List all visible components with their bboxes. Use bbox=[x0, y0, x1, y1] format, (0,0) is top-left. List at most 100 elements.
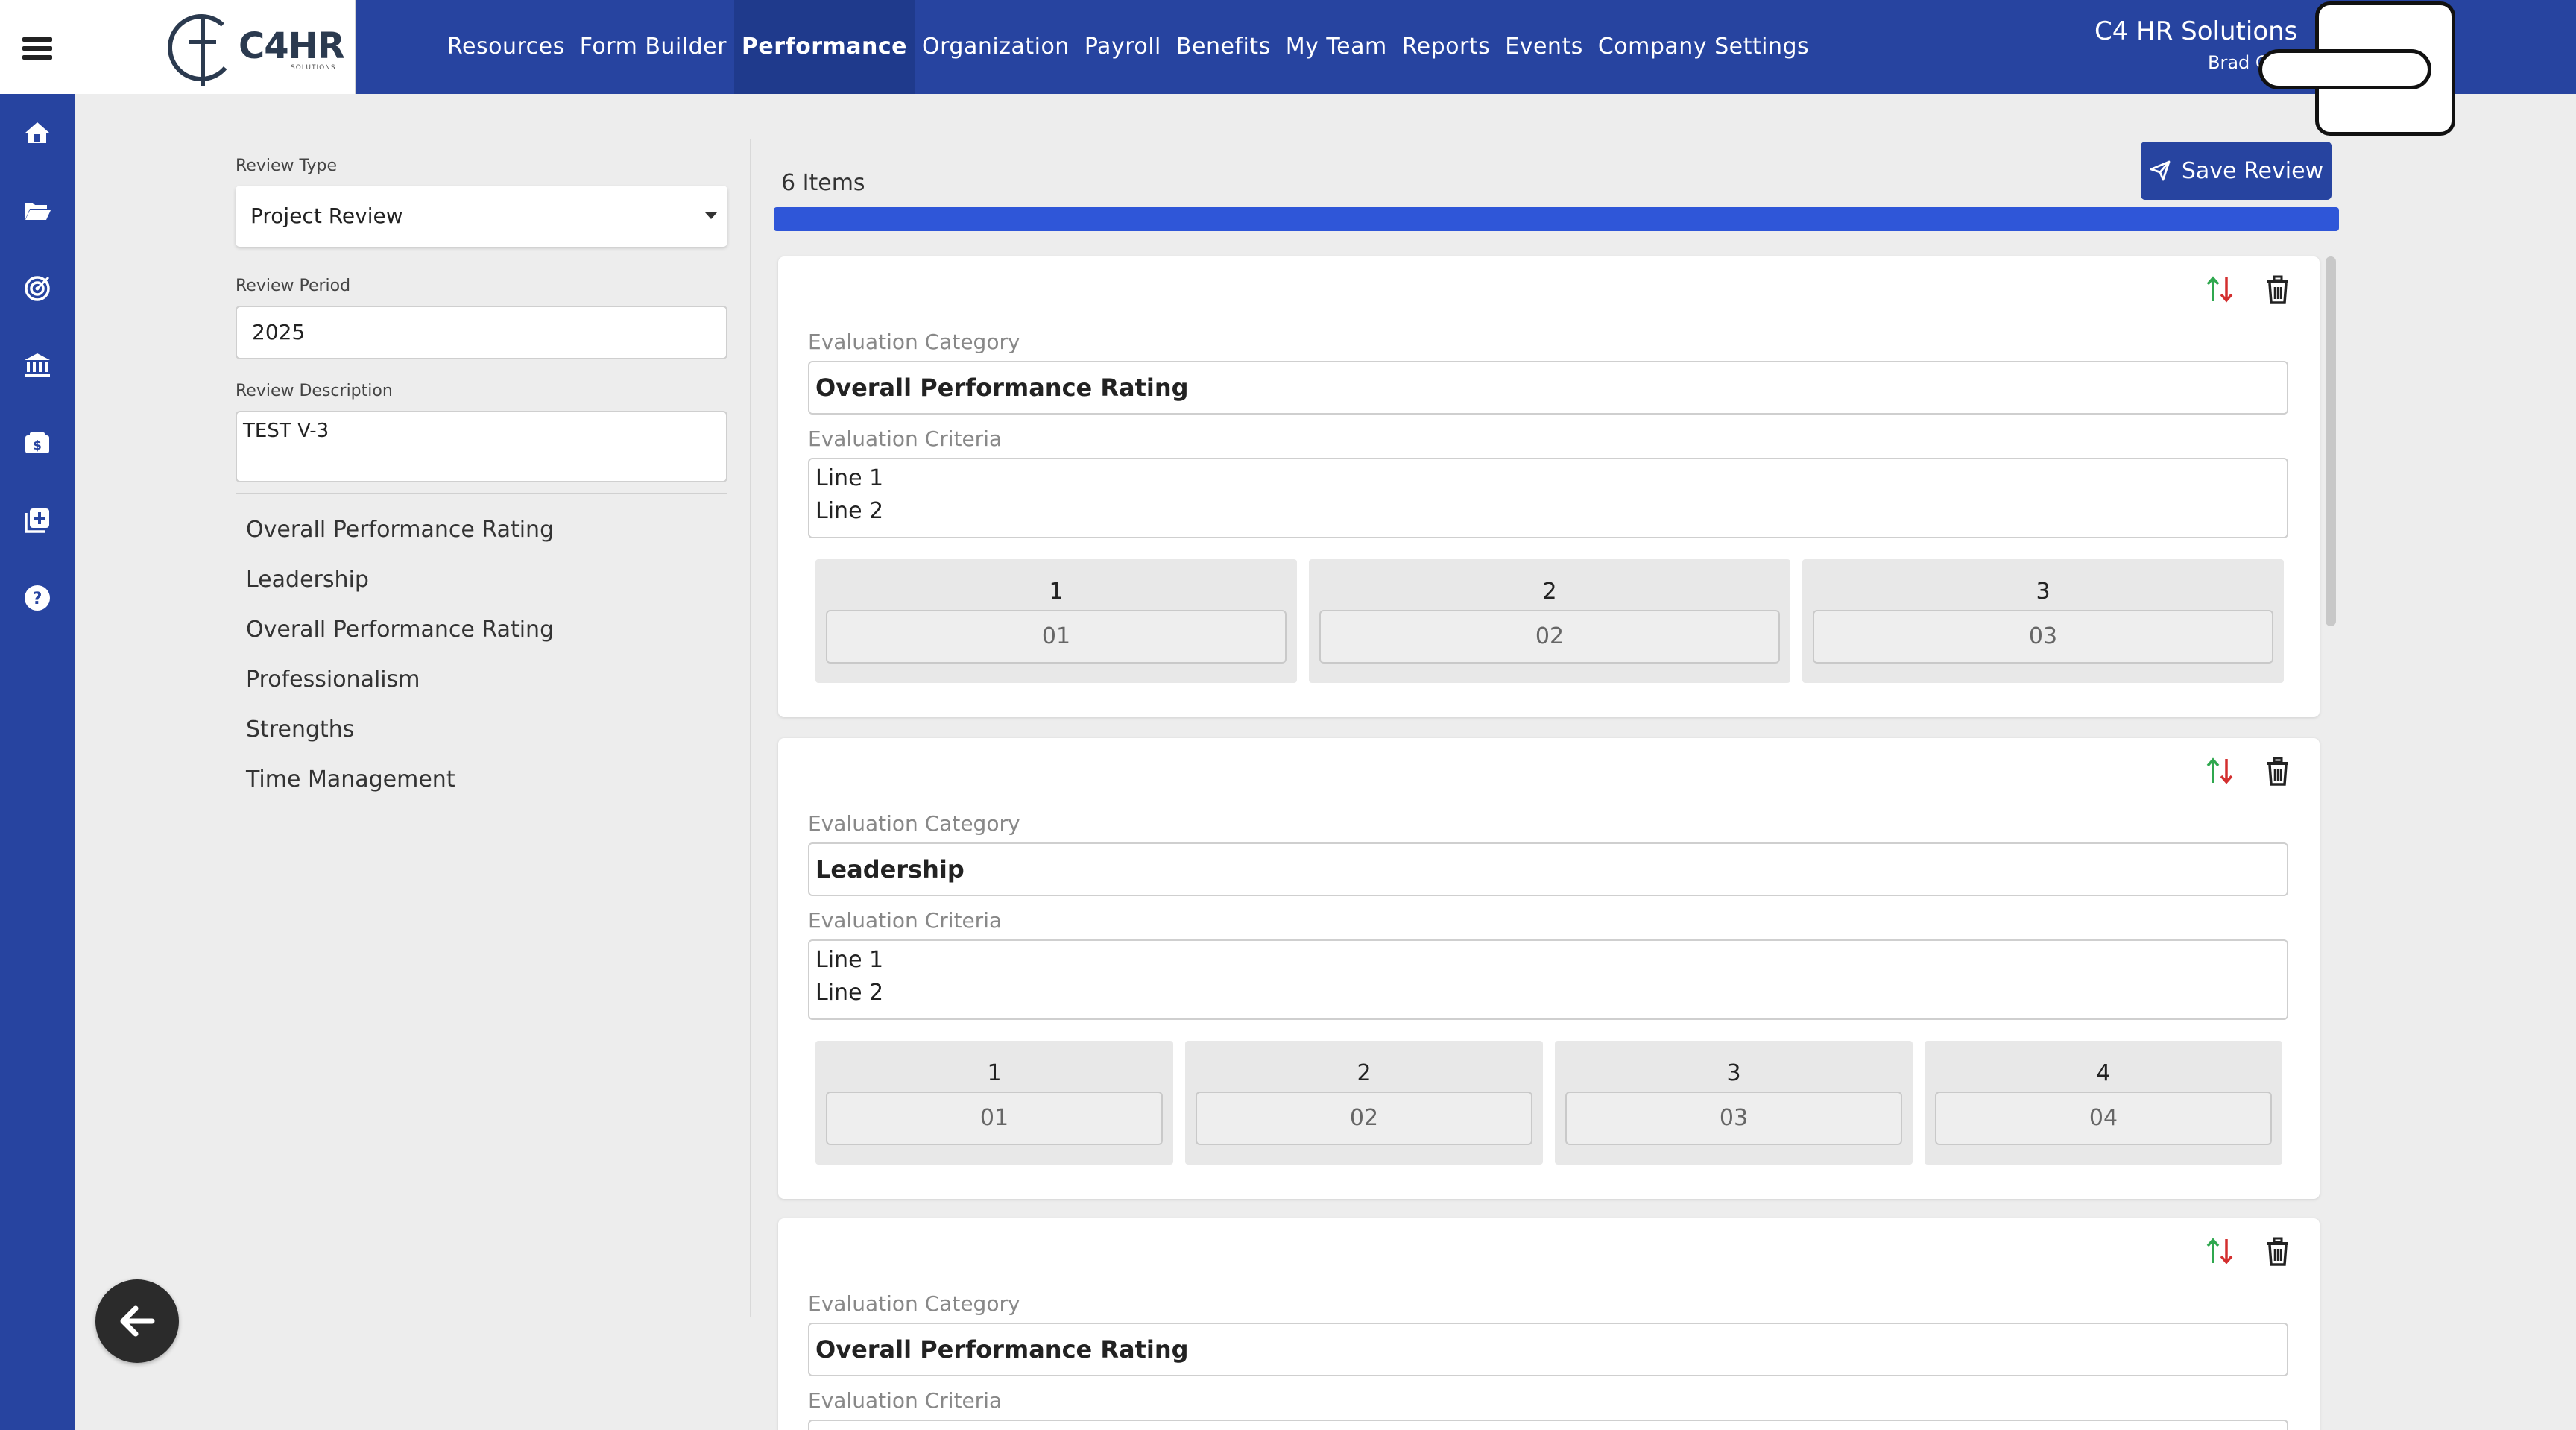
medical-plus-icon[interactable] bbox=[22, 505, 52, 535]
evaluation-criteria-input[interactable] bbox=[808, 1420, 2288, 1430]
rating-value-input[interactable]: 01 bbox=[826, 610, 1287, 664]
criteria-line: Line 2 bbox=[815, 980, 884, 1006]
rating-value-input[interactable]: 04 bbox=[1935, 1092, 2272, 1145]
category-list-item[interactable]: Leadership bbox=[236, 559, 730, 609]
folder-open-icon[interactable] bbox=[22, 195, 52, 225]
category-list-item[interactable]: Strengths bbox=[236, 709, 730, 759]
review-period-input[interactable]: 2025 bbox=[236, 306, 727, 359]
trash-icon[interactable] bbox=[2263, 755, 2293, 787]
panel-divider bbox=[750, 139, 751, 1317]
review-form-panel: Review Type Project Review Review Period… bbox=[236, 157, 730, 809]
rating-value-input[interactable]: 02 bbox=[1196, 1092, 1532, 1145]
rating-value-input[interactable]: 03 bbox=[1813, 610, 2273, 664]
progress-bar bbox=[774, 207, 2339, 231]
evaluation-criteria-label: Evaluation Criteria bbox=[808, 1388, 1003, 1413]
hamburger-menu-icon[interactable] bbox=[22, 37, 52, 60]
save-review-button[interactable]: Save Review bbox=[2141, 142, 2332, 200]
company-name: C4 HR Solutions bbox=[2094, 16, 2298, 46]
rating-option: 3 03 bbox=[1802, 559, 2284, 683]
category-list: Overall Performance Rating Leadership Ov… bbox=[236, 509, 730, 809]
review-type-select[interactable]: Project Review bbox=[236, 186, 727, 247]
rating-option: 3 03 bbox=[1555, 1041, 1913, 1165]
company-logo[interactable]: C4HR SOLUTIONS bbox=[164, 6, 345, 88]
nav-form-builder[interactable]: Form Builder bbox=[572, 0, 734, 94]
evaluation-category-input[interactable]: Overall Performance Rating bbox=[808, 1323, 2288, 1376]
review-description-input[interactable]: TEST V-3 bbox=[236, 411, 727, 482]
reorder-arrows-icon[interactable] bbox=[2205, 1235, 2235, 1267]
evaluation-criteria-input[interactable]: Line 1 Line 2 bbox=[808, 458, 2288, 538]
category-list-item[interactable]: Overall Performance Rating bbox=[236, 509, 730, 559]
nav-events[interactable]: Events bbox=[1497, 0, 1591, 94]
scrollbar-thumb[interactable] bbox=[2326, 256, 2336, 626]
logo-emblem-icon bbox=[168, 14, 235, 86]
evaluation-category-input[interactable]: Leadership bbox=[808, 842, 2288, 896]
card-actions bbox=[2205, 1235, 2293, 1267]
reorder-arrows-icon[interactable] bbox=[2205, 755, 2235, 787]
rating-value-input[interactable]: 01 bbox=[826, 1092, 1163, 1145]
evaluation-criteria-label: Evaluation Criteria bbox=[808, 426, 1003, 451]
back-button[interactable] bbox=[95, 1279, 179, 1363]
nav-reports[interactable]: Reports bbox=[1395, 0, 1498, 94]
rating-value-input[interactable]: 02 bbox=[1319, 610, 1780, 664]
rating-number: 3 bbox=[2036, 579, 2051, 605]
save-review-label: Save Review bbox=[2181, 157, 2324, 184]
rating-number: 3 bbox=[1726, 1060, 1741, 1086]
rating-number: 1 bbox=[1049, 579, 1064, 605]
rating-option: 1 01 bbox=[815, 1041, 1173, 1165]
items-count: 6 Items bbox=[781, 170, 865, 196]
rating-number: 2 bbox=[1357, 1060, 1371, 1086]
rating-option: 2 02 bbox=[1309, 559, 1790, 683]
nav-company-settings[interactable]: Company Settings bbox=[1591, 0, 1816, 94]
review-type-label: Review Type bbox=[236, 157, 338, 175]
rating-number: 4 bbox=[2096, 1060, 2111, 1086]
svg-text:?: ? bbox=[33, 590, 42, 608]
nav-payroll[interactable]: Payroll bbox=[1077, 0, 1169, 94]
trash-icon[interactable] bbox=[2263, 1235, 2293, 1267]
nav-resources[interactable]: Resources bbox=[440, 0, 572, 94]
logo-subtext: SOLUTIONS bbox=[291, 64, 336, 72]
user-menu-pill[interactable] bbox=[2258, 49, 2431, 89]
rating-value-input[interactable]: 03 bbox=[1565, 1092, 1902, 1145]
rating-scale: 1 01 2 02 3 03 4 04 bbox=[815, 1041, 2282, 1165]
card-actions bbox=[2205, 273, 2293, 306]
nav-organization[interactable]: Organization bbox=[915, 0, 1077, 94]
target-icon[interactable] bbox=[22, 273, 52, 303]
rating-number: 1 bbox=[987, 1060, 1002, 1086]
reorder-arrows-icon[interactable] bbox=[2205, 273, 2235, 306]
evaluation-card: Evaluation Category Leadership Evaluatio… bbox=[778, 738, 2320, 1199]
home-icon[interactable] bbox=[22, 118, 52, 148]
card-actions bbox=[2205, 755, 2293, 787]
caret-down-icon bbox=[705, 212, 717, 219]
logo-area: C4HR SOLUTIONS bbox=[0, 0, 356, 94]
trash-icon[interactable] bbox=[2263, 273, 2293, 306]
nav-benefits[interactable]: Benefits bbox=[1169, 0, 1278, 94]
rating-number: 2 bbox=[1542, 579, 1557, 605]
review-description-label: Review Description bbox=[236, 382, 393, 400]
money-icon[interactable]: $ bbox=[22, 428, 52, 458]
criteria-line: Line 1 bbox=[815, 465, 884, 491]
divider bbox=[236, 493, 727, 494]
send-icon bbox=[2150, 160, 2171, 181]
main-nav: Resources Form Builder Performance Organ… bbox=[440, 0, 1816, 94]
evaluation-card: Evaluation Category Overall Performance … bbox=[778, 1218, 2320, 1430]
evaluation-category-label: Evaluation Category bbox=[808, 330, 1020, 354]
category-list-item[interactable]: Overall Performance Rating bbox=[236, 609, 730, 659]
nav-performance[interactable]: Performance bbox=[733, 0, 915, 94]
bank-icon[interactable] bbox=[22, 350, 52, 380]
nav-my-team[interactable]: My Team bbox=[1278, 0, 1395, 94]
help-icon[interactable]: ? bbox=[22, 583, 52, 613]
rating-option: 4 04 bbox=[1925, 1041, 2282, 1165]
arrow-left-icon bbox=[120, 1305, 155, 1337]
evaluation-category-label: Evaluation Category bbox=[808, 1291, 1020, 1316]
sidebar: $ ? bbox=[0, 94, 75, 1430]
category-list-item[interactable]: Time Management bbox=[236, 759, 730, 809]
evaluation-criteria-input[interactable]: Line 1 Line 2 bbox=[808, 939, 2288, 1020]
rating-option: 2 02 bbox=[1185, 1041, 1543, 1165]
evaluation-category-input[interactable]: Overall Performance Rating bbox=[808, 361, 2288, 415]
rating-scale: 1 01 2 02 3 03 bbox=[815, 559, 2284, 683]
evaluation-category-label: Evaluation Category bbox=[808, 811, 1020, 836]
rating-option: 1 01 bbox=[815, 559, 1297, 683]
top-navbar: C4HR SOLUTIONS Resources Form Builder Pe… bbox=[0, 0, 2576, 136]
criteria-line: Line 1 bbox=[815, 947, 884, 973]
category-list-item[interactable]: Professionalism bbox=[236, 659, 730, 709]
